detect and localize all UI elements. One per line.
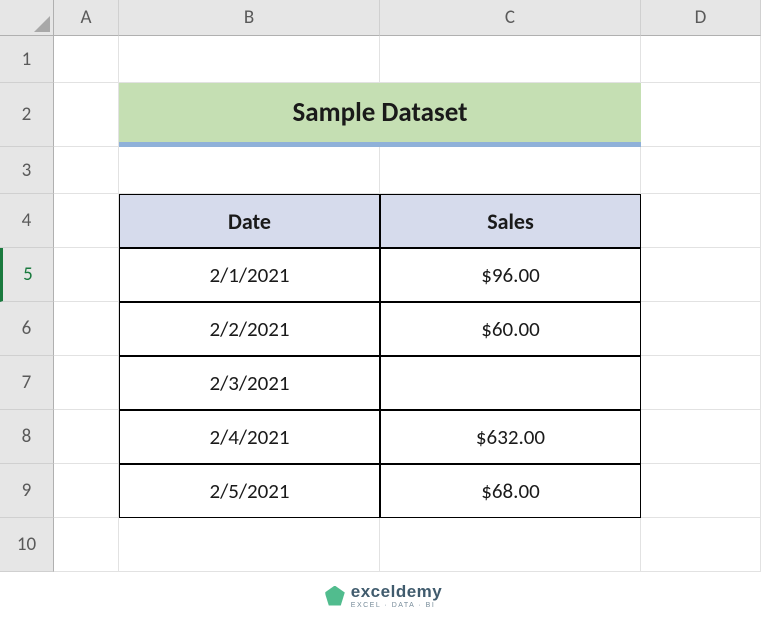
cell-a8[interactable] — [54, 410, 119, 464]
cell-d3[interactable] — [641, 147, 761, 194]
cell-a9[interactable] — [54, 464, 119, 518]
cell-d8[interactable] — [641, 410, 761, 464]
cell-b1[interactable] — [119, 36, 380, 83]
table-row[interactable]: $68.00 — [380, 464, 641, 518]
table-row[interactable]: $632.00 — [380, 410, 641, 464]
cell-a7[interactable] — [54, 356, 119, 410]
row-header-6[interactable]: 6 — [0, 302, 54, 356]
select-all-corner[interactable] — [0, 0, 54, 36]
watermark: exceldemy EXCEL · DATA · BI — [325, 582, 442, 609]
row-header-8[interactable]: 8 — [0, 410, 54, 464]
table-header-date[interactable]: Date — [119, 194, 380, 248]
brand-name: exceldemy — [351, 582, 442, 602]
col-header-c[interactable]: C — [380, 0, 641, 36]
dataset-title[interactable]: Sample Dataset — [119, 83, 641, 147]
brand-tagline: EXCEL · DATA · BI — [351, 602, 442, 609]
cell-d5[interactable] — [641, 248, 761, 302]
table-row[interactable] — [380, 356, 641, 410]
cell-b3[interactable] — [119, 147, 380, 194]
cell-a6[interactable] — [54, 302, 119, 356]
cell-d1[interactable] — [641, 36, 761, 83]
row-header-9[interactable]: 9 — [0, 464, 54, 518]
brand-text: exceldemy EXCEL · DATA · BI — [351, 582, 442, 609]
cell-d4[interactable] — [641, 194, 761, 248]
cell-b10[interactable] — [119, 518, 380, 572]
spreadsheet-grid: A B C D 1 2 Sample Dataset 3 4 Date Sale… — [0, 0, 767, 572]
cell-a2[interactable] — [54, 83, 119, 147]
row-header-5[interactable]: 5 — [0, 248, 54, 302]
table-row[interactable]: 2/2/2021 — [119, 302, 380, 356]
row-header-3[interactable]: 3 — [0, 147, 54, 194]
table-header-sales[interactable]: Sales — [380, 194, 641, 248]
table-row[interactable]: $60.00 — [380, 302, 641, 356]
col-header-b[interactable]: B — [119, 0, 380, 36]
cell-d2[interactable] — [641, 83, 761, 147]
cell-a10[interactable] — [54, 518, 119, 572]
cell-c1[interactable] — [380, 36, 641, 83]
row-header-4[interactable]: 4 — [0, 194, 54, 248]
cell-a4[interactable] — [54, 194, 119, 248]
row-header-10[interactable]: 10 — [0, 518, 54, 572]
cell-d9[interactable] — [641, 464, 761, 518]
cell-a3[interactable] — [54, 147, 119, 194]
cell-a5[interactable] — [54, 248, 119, 302]
cell-c10[interactable] — [380, 518, 641, 572]
table-row[interactable]: 2/4/2021 — [119, 410, 380, 464]
row-header-1[interactable]: 1 — [0, 36, 54, 83]
row-header-7[interactable]: 7 — [0, 356, 54, 410]
col-header-a[interactable]: A — [54, 0, 119, 36]
table-row[interactable]: 2/3/2021 — [119, 356, 380, 410]
brand-icon — [325, 586, 345, 606]
cell-c3[interactable] — [380, 147, 641, 194]
col-header-d[interactable]: D — [641, 0, 761, 36]
cell-d10[interactable] — [641, 518, 761, 572]
cell-a1[interactable] — [54, 36, 119, 83]
table-row[interactable]: 2/5/2021 — [119, 464, 380, 518]
row-header-2[interactable]: 2 — [0, 83, 54, 147]
table-row[interactable]: 2/1/2021 — [119, 248, 380, 302]
cell-d6[interactable] — [641, 302, 761, 356]
cell-d7[interactable] — [641, 356, 761, 410]
table-row[interactable]: $96.00 — [380, 248, 641, 302]
